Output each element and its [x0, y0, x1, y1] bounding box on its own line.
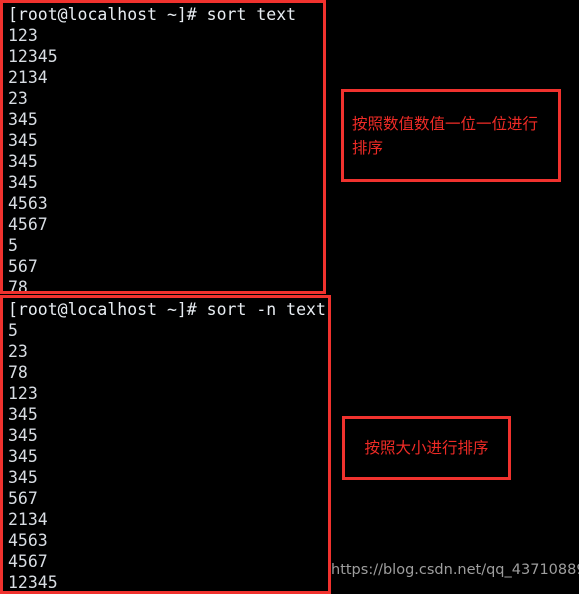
terminal-output-line: 23: [8, 342, 28, 361]
terminal-output-line: 5: [8, 321, 18, 340]
annotation-box-numeric-sort: 按照大小进行排序: [342, 416, 511, 480]
screenshot-canvas: [root@localhost ~]# sort text 123 12345 …: [0, 0, 579, 594]
terminal-output-lines: [root@localhost ~]# sort text 123 12345 …: [3, 3, 323, 294]
terminal-output-line: 345: [8, 152, 38, 171]
terminal-output-line: 345: [8, 110, 38, 129]
terminal-output-line: 567: [8, 489, 38, 508]
terminal-output-line: 123: [8, 26, 38, 45]
terminal-output-lines: [root@localhost ~]# sort -n text 5 23 78…: [3, 298, 328, 592]
terminal-output-line: 78: [8, 278, 28, 294]
terminal-prompt-line: [root@localhost ~]# sort text: [8, 5, 297, 24]
watermark-url: https://blog.csdn.net/qq_43710889: [331, 562, 579, 578]
annotation-box-lexical-sort: 按照数值数值一位一位进行排序: [341, 89, 561, 182]
terminal-output-line: 345: [8, 405, 38, 424]
terminal-output-line: 23: [8, 89, 28, 108]
annotation-text: 按照数值数值一位一位进行排序: [352, 115, 539, 157]
terminal-output-line: 4567: [8, 552, 48, 571]
terminal-output-line: 345: [8, 173, 38, 192]
terminal-output-line: 345: [8, 426, 38, 445]
terminal-output-line: 78: [8, 363, 28, 382]
terminal-block-sort-text: [root@localhost ~]# sort text 123 12345 …: [0, 0, 326, 294]
terminal-output-line: 4563: [8, 531, 48, 550]
terminal-output-line: 123: [8, 384, 38, 403]
terminal-block-sort-n-text: [root@localhost ~]# sort -n text 5 23 78…: [0, 295, 331, 594]
terminal-output-line: 345: [8, 447, 38, 466]
terminal-output-line: 345: [8, 468, 38, 487]
annotation-text: 按照大小进行排序: [364, 439, 489, 457]
terminal-output-line: 4567: [8, 215, 48, 234]
terminal-output-line: 345: [8, 131, 38, 150]
terminal-prompt-line: [root@localhost ~]# sort -n text: [8, 300, 326, 319]
terminal-output-line: 12345: [8, 573, 58, 592]
terminal-output-line: 5: [8, 236, 18, 255]
terminal-output-line: 567: [8, 257, 38, 276]
terminal-output-line: 12345: [8, 47, 58, 66]
terminal-output-line: 4563: [8, 194, 48, 213]
terminal-output-line: 2134: [8, 68, 48, 87]
terminal-output-line: 2134: [8, 510, 48, 529]
